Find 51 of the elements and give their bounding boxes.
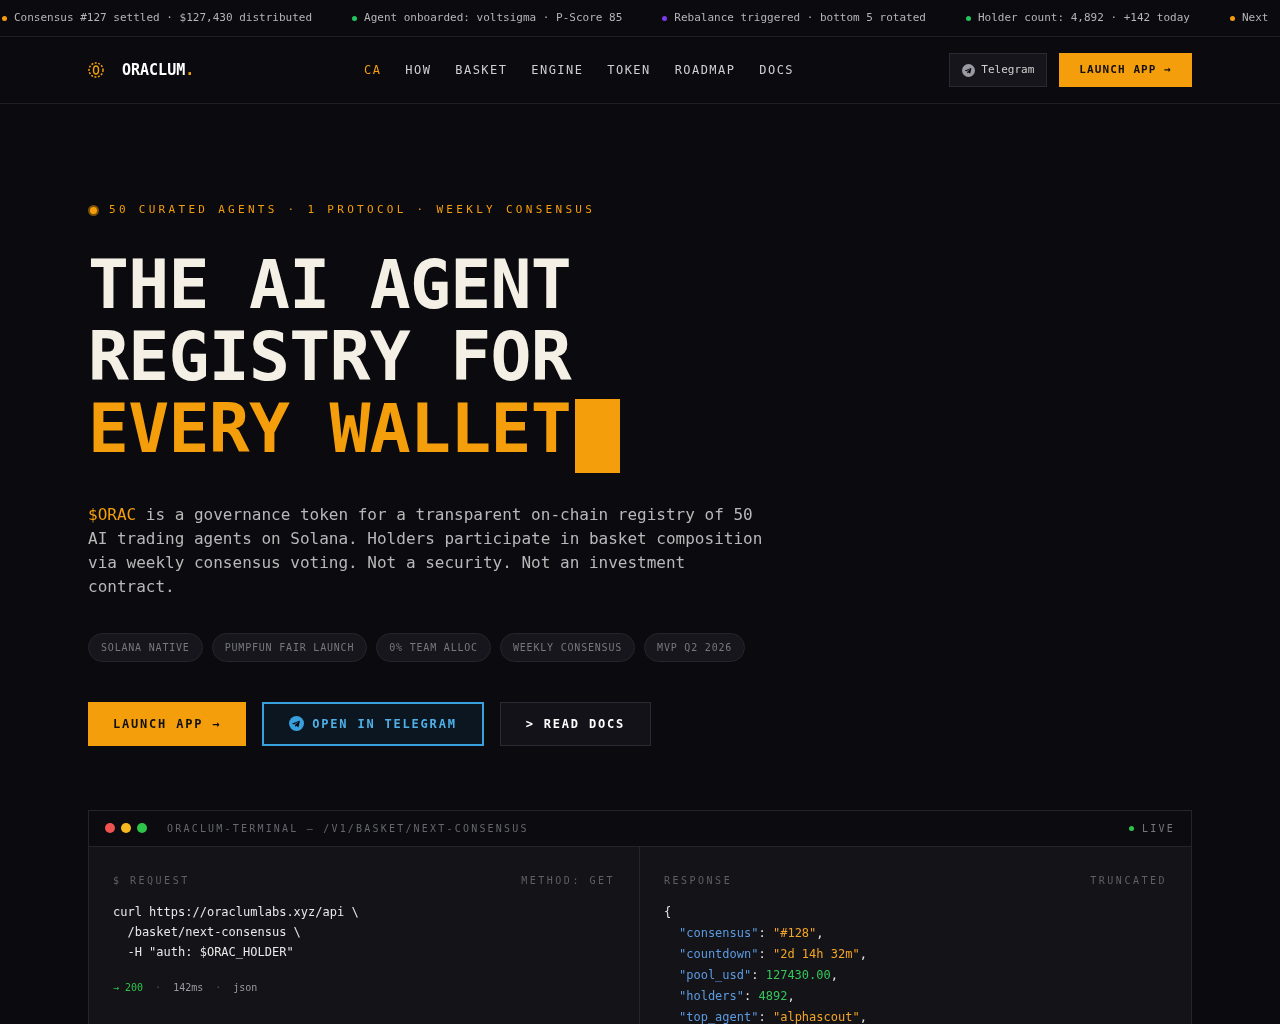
ticker-text: Rebalance triggered · bottom 5 rotated	[674, 9, 926, 26]
nav-link[interactable]: BASKET	[455, 61, 508, 79]
code-line: "pool_usd": 127430.00,	[678, 966, 839, 984]
code-line: -H "auth: $ORAC_HOLDER"	[126, 943, 295, 961]
status-code: → 200	[113, 980, 144, 995]
code-line: "consensus": "#128",	[678, 924, 825, 942]
telegram-button[interactable]: Telegram	[949, 53, 1048, 87]
terminal-title: ORACLUM-TERMINAL — /V1/BASKET/NEXT-CONSENSUS	[167, 821, 529, 836]
nav-link[interactable]: ROADMAP	[674, 61, 736, 79]
live-status: LIVE	[1142, 821, 1175, 836]
ticker-text: Agent onboarded: voltsigma · P-Score 85	[364, 9, 623, 26]
nav-link[interactable]: ENGINE	[531, 61, 584, 79]
ticker-text: Next	[1241, 9, 1269, 26]
tag-pill: 0% TEAM ALLOC	[376, 632, 491, 662]
logo-icon	[88, 62, 104, 78]
telegram-icon	[289, 716, 305, 731]
nav-link[interactable]: DOCS	[759, 61, 794, 79]
ticker-text: Holder count: 4,892 · +142 today	[977, 9, 1190, 26]
separator-dot: ·	[215, 980, 222, 995]
code-line: curl https://oraclumlabs.xyz/api \	[113, 903, 360, 921]
code-line: {	[664, 903, 673, 921]
launch-app-button[interactable]: LAUNCH APP →	[1059, 53, 1192, 87]
eyebrow-text: 50 CURATED AGENTS · 1 PROTOCOL · WEEKLY CONSENSUS	[109, 202, 596, 218]
tag-pill: PUMPFUN FAIR LAUNCH	[211, 632, 368, 662]
code-line: "holders": 4892,	[678, 987, 796, 1005]
telegram-icon	[962, 63, 976, 77]
method-label: METHOD: GET	[521, 873, 615, 888]
nav-link[interactable]: TOKEN	[607, 61, 651, 79]
docs-button[interactable]: > READ DOCS	[499, 701, 651, 746]
response-format: json	[233, 980, 258, 995]
truncated-label: TRUNCATED	[1090, 873, 1167, 888]
tag-pill: SOLANA NATIVE	[88, 632, 203, 662]
hero-description: $ORAC is a governance token for a transparent on-chain registry of 50 AI trading agents on Solana. Holders participate in basket composition via weekly consensus voting. Not a security. Not an investment contract.	[88, 503, 764, 598]
response-time: 142ms	[173, 980, 204, 995]
headline-line: EVERY WALLET	[88, 392, 572, 465]
code-line: "top_agent": "alphascout",	[678, 1008, 868, 1024]
ticker-text: Consensus #127 settled · $127,430 distributed	[14, 9, 312, 26]
launch-app-button[interactable]: LAUNCH APP →	[88, 701, 247, 746]
section-label: RESPONSE	[664, 873, 733, 888]
headline-line: THE AI AGENT	[88, 248, 572, 321]
section-label: $ REQUEST	[113, 873, 190, 888]
headline-line: REGISTRY FOR	[88, 320, 572, 393]
telegram-button[interactable]: OPEN IN TELEGRAM	[262, 701, 484, 746]
nav-link[interactable]: HOW	[405, 61, 432, 79]
separator-dot: ·	[155, 980, 162, 995]
code-line: /basket/next-consensus \	[126, 923, 302, 941]
tag-pill: WEEKLY CONSENSUS	[499, 632, 636, 662]
tag-pill: MVP Q2 2026	[644, 632, 746, 662]
nav-link[interactable]: CA	[364, 61, 382, 79]
brand-name[interactable]: ORACLUM.	[122, 58, 195, 82]
code-line: "countdown": "2d 14h 32m",	[678, 945, 868, 963]
